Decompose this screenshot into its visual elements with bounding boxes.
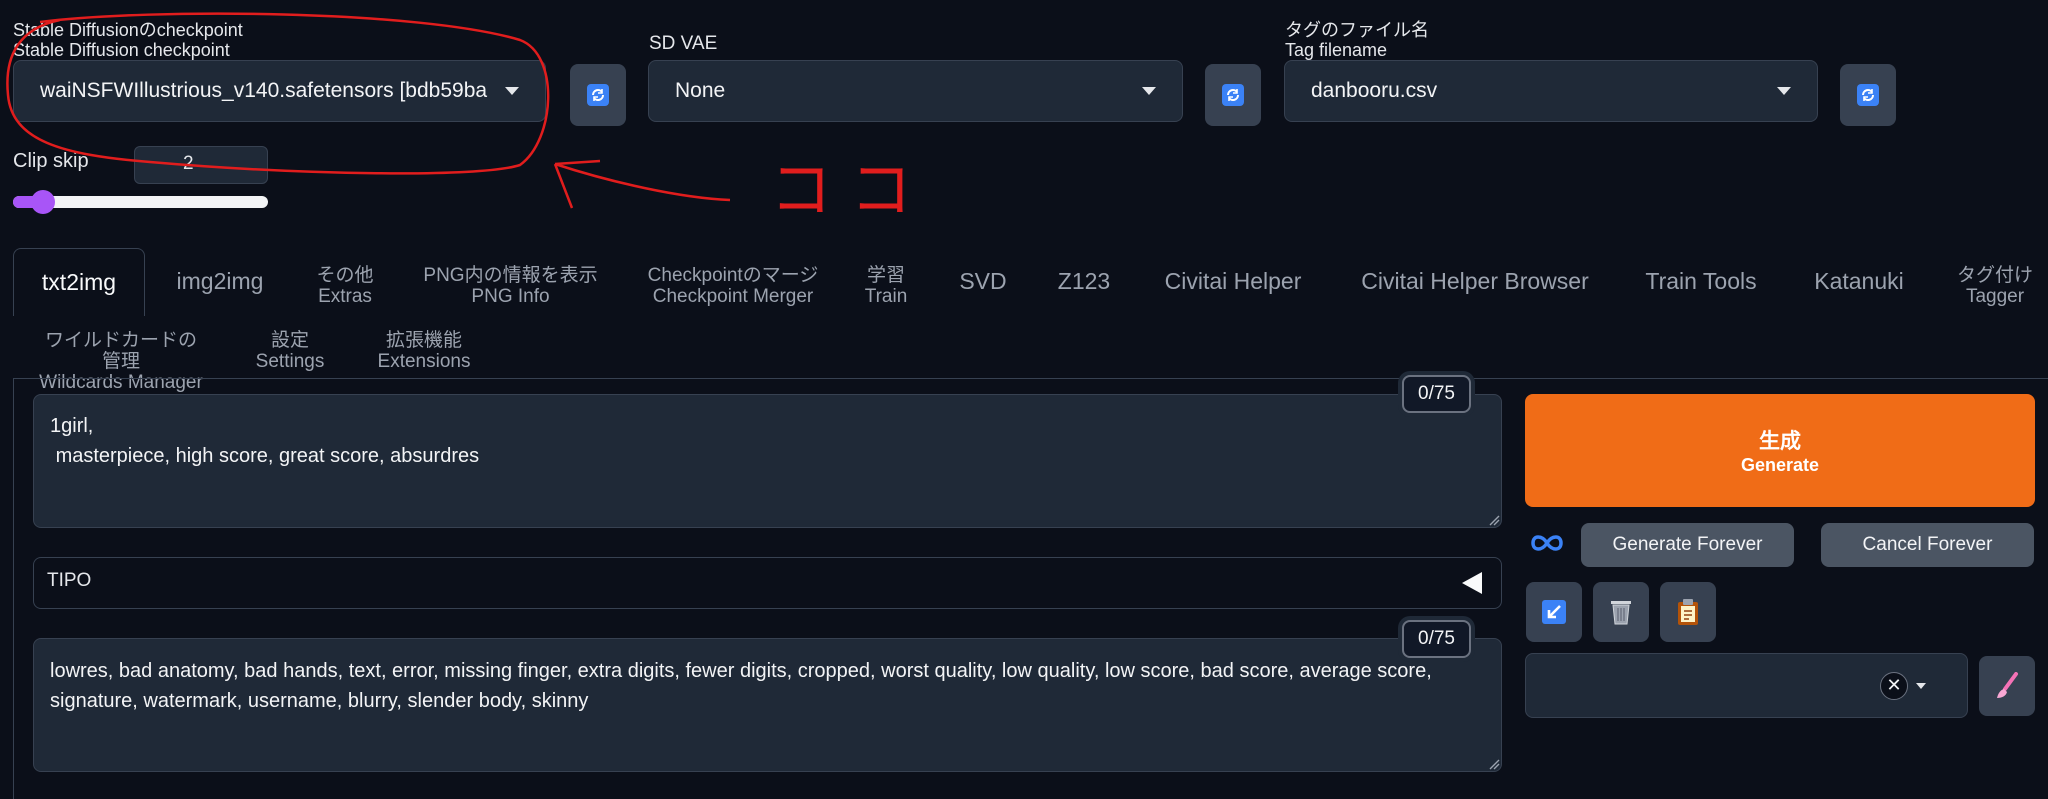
tag-filename-label-en: Tag filename — [1285, 40, 1388, 60]
read-params-icon — [1542, 600, 1566, 624]
tipo-accordion[interactable] — [33, 557, 1502, 609]
tab-label: Z123 — [1057, 268, 1111, 294]
tab-label: Civitai Helper Browser — [1361, 268, 1589, 294]
negative-prompt-token-counter: 0/75 — [1402, 620, 1471, 658]
tab-label-ja: 設定 — [270, 330, 309, 351]
tag-filename-value: danbooru.csv — [1311, 79, 1438, 102]
tab-img2img[interactable]: img2img — [156, 268, 284, 295]
tab-label-ja: ワイルドカードの管理 — [44, 330, 197, 372]
tab-label-ja: PNG内の情報を表示 — [423, 265, 598, 286]
tab-katanuki[interactable]: Katanuki — [1802, 268, 1916, 295]
generate-button[interactable]: 生成 Generate — [1525, 394, 2035, 507]
paste-styles-button[interactable] — [1660, 582, 1716, 642]
tab-tagger[interactable]: タグ付け Tagger — [1950, 265, 2040, 307]
clipboard-icon — [1678, 599, 1698, 625]
tag-filename-label: タグのファイル名 Tag filename — [1285, 20, 1429, 60]
tab-label-en: Extras — [318, 286, 372, 307]
tab-z123[interactable]: Z123 — [1050, 268, 1118, 295]
infinity-icon — [1531, 535, 1563, 551]
prompt-text: 1girl, masterpiece, high score, great sc… — [50, 415, 480, 467]
cancel-forever-button[interactable]: Cancel Forever — [1821, 523, 2034, 567]
resize-handle-icon[interactable] — [1488, 758, 1500, 770]
tab-label-ja: 学習 — [866, 265, 905, 286]
tab-settings[interactable]: 設定 Settings — [248, 330, 332, 372]
tab-train[interactable]: 学習 Train — [856, 265, 916, 307]
tab-label-ja: その他 — [316, 265, 374, 286]
tag-filename-refresh-button[interactable] — [1840, 64, 1896, 126]
tab-label-en: Checkpoint Merger — [652, 286, 814, 307]
tab-label-ja: タグ付け — [1956, 265, 2033, 286]
vae-refresh-button[interactable] — [1205, 64, 1261, 126]
tab-extras[interactable]: その他 Extras — [300, 265, 390, 307]
tab-label-ja: Checkpointのマージ — [647, 265, 819, 286]
tab-label: img2img — [176, 268, 264, 294]
tab-label: Train Tools — [1645, 268, 1757, 294]
refresh-icon — [1857, 84, 1879, 106]
tab-extensions[interactable]: 拡張機能 Extensions — [372, 330, 476, 372]
generate-label-ja: 生成 — [1759, 430, 1801, 453]
tab-civitai-helper-browser[interactable]: Civitai Helper Browser — [1350, 268, 1600, 295]
tipo-label: TIPO — [47, 570, 92, 591]
generate-forever-button[interactable]: Generate Forever — [1581, 523, 1794, 567]
trash-icon — [1611, 601, 1631, 625]
tab-label-en: PNG Info — [471, 286, 550, 307]
paintbrush-icon — [1997, 672, 2018, 698]
tab-label: SVD — [959, 268, 1007, 294]
resize-handle-icon[interactable] — [1488, 514, 1500, 526]
read-params-button[interactable] — [1526, 582, 1582, 642]
tab-label-ja: 拡張機能 — [385, 330, 462, 351]
annotation-text: ココ — [770, 156, 931, 225]
tab-png-info[interactable]: PNG内の情報を表示 PNG Info — [408, 265, 613, 307]
tab-train-tools[interactable]: Train Tools — [1636, 268, 1766, 295]
chevron-down-icon — [1142, 87, 1156, 95]
tab-label-en: Settings — [255, 351, 325, 372]
clear-icon[interactable]: ✕ — [1880, 672, 1908, 700]
prompt-token-counter: 0/75 — [1402, 375, 1471, 413]
tab-label: Katanuki — [1814, 268, 1904, 294]
annotation-arrow — [553, 159, 731, 209]
tab-checkpoint-merger[interactable]: Checkpointのマージ Checkpoint Merger — [636, 265, 830, 307]
tab-label: txt2img — [41, 269, 117, 295]
tab-txt2img[interactable]: txt2img — [13, 248, 145, 316]
chevron-down-icon — [1777, 87, 1791, 95]
tab-label-en: Tagger — [1965, 286, 2025, 307]
tab-label-en: Train — [864, 286, 908, 307]
generate-label-en: Generate — [1740, 455, 1820, 475]
negative-prompt-text: lowres, bad anatomy, bad hands, text, er… — [50, 660, 1438, 712]
annotation-circle — [6, 12, 550, 175]
tab-svd[interactable]: SVD — [952, 268, 1014, 295]
chevron-down-icon[interactable] — [1916, 683, 1926, 689]
edit-styles-button[interactable] — [1979, 656, 2035, 716]
refresh-icon — [1222, 84, 1244, 106]
tag-filename-dropdown[interactable]: danbooru.csv — [1284, 60, 1818, 122]
tab-label-en: Extensions — [377, 351, 471, 372]
tag-filename-label-ja: タグのファイル名 — [1285, 20, 1429, 40]
tab-label: Civitai Helper — [1164, 268, 1302, 294]
tab-civitai-helper[interactable]: Civitai Helper — [1152, 268, 1314, 295]
clear-prompt-button[interactable] — [1593, 582, 1649, 642]
collapse-triangle-icon[interactable] — [1462, 572, 1482, 594]
